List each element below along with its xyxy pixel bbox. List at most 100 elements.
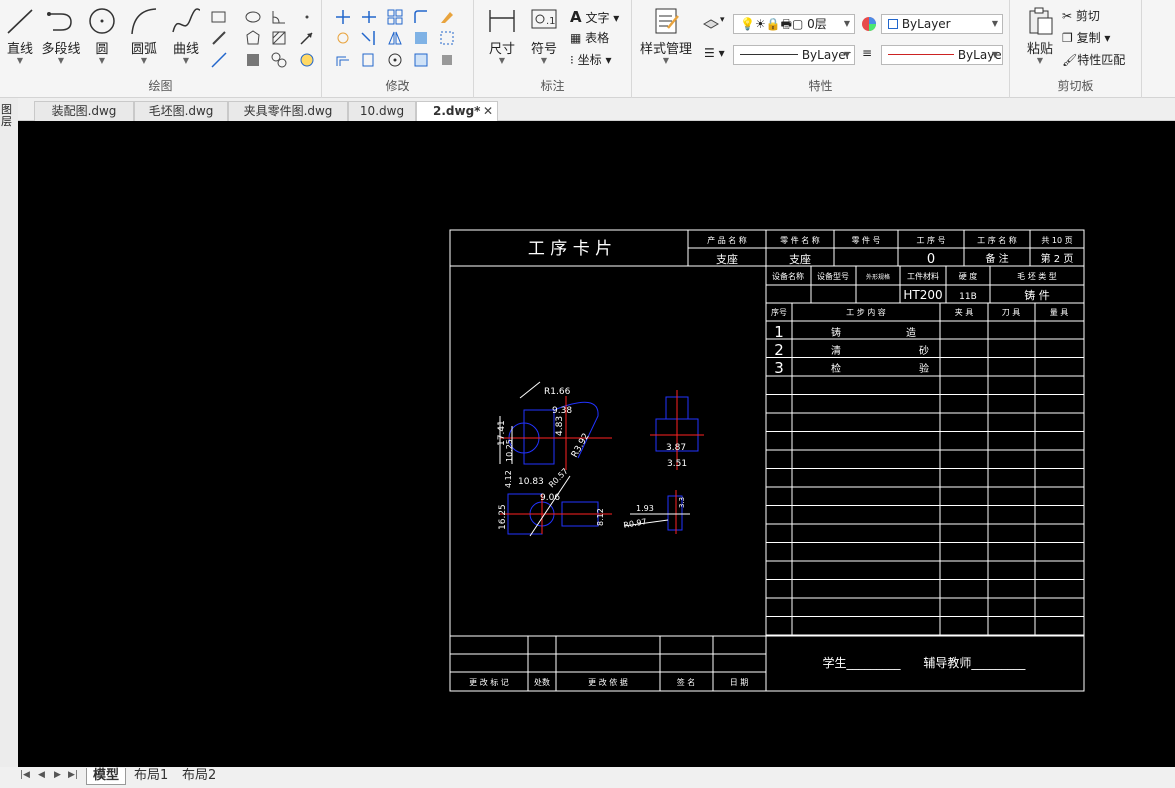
step-content: 验 [919, 362, 929, 375]
step-content: 检 [831, 362, 841, 375]
construction-line-icon[interactable] [210, 51, 228, 69]
copy-entity-icon[interactable] [360, 51, 378, 69]
block-icon[interactable] [438, 29, 456, 47]
text-button[interactable]: A 文字 ▾ [570, 8, 619, 26]
file-tab-label: 装配图.dwg [51, 104, 117, 118]
layer-dropdown[interactable]: 💡☀🔒🖶▢ 0层 ▼ [733, 14, 855, 34]
trim-icon[interactable] [360, 8, 378, 26]
chevron-down-icon: ▼ [991, 50, 998, 59]
region-icon[interactable] [244, 51, 262, 69]
file-tab-bar: 装配图.dwg 毛坯图.dwg 夹具零件图.dwg 10.dwg 2.dwg* ✕ [0, 98, 1175, 121]
color-wheel-icon[interactable] [860, 15, 878, 33]
style-manager-label: 样式管理 [639, 42, 692, 57]
side-view [650, 390, 704, 470]
rotate-icon[interactable] [334, 29, 352, 47]
tool-header: 刀 具 [1002, 308, 1021, 317]
file-tab[interactable]: 夹具零件图.dwg [228, 101, 348, 121]
lineweight-dropdown[interactable]: ByLayer ▼ [881, 45, 1003, 65]
pen-icon[interactable] [210, 29, 228, 47]
scale-icon[interactable] [412, 51, 430, 69]
dimension-button[interactable]: 尺寸 ▼ [482, 6, 522, 65]
line-button[interactable]: 直线 ▼ [0, 6, 40, 65]
last-layout-icon[interactable]: ▶| [68, 770, 78, 780]
next-layout-icon[interactable]: ▶ [54, 770, 61, 780]
boundary-icon[interactable] [270, 51, 288, 69]
explode-icon[interactable] [438, 51, 456, 69]
dimension-label: 10.83 [518, 477, 544, 487]
linetype-dropdown[interactable]: ByLayer ▼ [733, 45, 855, 65]
chamfer-icon[interactable] [412, 29, 430, 47]
spline-icon [172, 8, 201, 33]
chevron-down-icon: ▼ [182, 56, 190, 65]
paste-button[interactable]: 粘贴 ▼ [1020, 6, 1060, 65]
fillet-icon[interactable] [412, 8, 430, 26]
coordinate-button[interactable]: ⁝ 坐标 ▾ [570, 51, 612, 68]
arrow-icon[interactable] [298, 29, 316, 47]
color-dropdown[interactable]: ByLayer ▼ [881, 14, 1003, 34]
revision-cloud-icon[interactable] [298, 51, 316, 69]
step-no: 3 [774, 359, 784, 377]
copy-button[interactable]: ❐ 复制 ▾ [1062, 29, 1110, 46]
cut-button[interactable]: ✂ 剪切 [1062, 7, 1100, 24]
linetype-icon[interactable]: ☰ ▾ [704, 46, 725, 60]
dimension-angle-icon[interactable] [270, 8, 288, 26]
gauge-header: 量 具 [1050, 308, 1069, 317]
coordinate-icon: ⁝ [570, 53, 574, 67]
first-layout-icon[interactable]: |◀ [20, 770, 30, 780]
polyline-button[interactable]: 多段线 ▼ [38, 6, 84, 65]
arc-button[interactable]: 圆弧 ▼ [124, 6, 164, 65]
file-tab[interactable]: 10.dwg [348, 101, 416, 121]
table-button[interactable]: ▦ 表格 [570, 29, 609, 46]
process-no-label: 工 序 号 [916, 235, 945, 245]
style-manager-button[interactable]: 样式管理 ▼ [638, 6, 694, 65]
file-tab-active[interactable]: 2.dwg* ✕ [416, 101, 498, 121]
lineweight-icon[interactable]: ≡ [862, 46, 872, 60]
part-name-label: 零 件 名 称 [780, 235, 820, 245]
erase-icon[interactable] [438, 8, 456, 26]
chevron-down-icon: ▼ [991, 19, 998, 28]
polygon-icon[interactable] [244, 29, 262, 47]
file-tab[interactable]: 装配图.dwg [34, 101, 134, 121]
step-content: 砂 [919, 344, 929, 357]
close-icon[interactable]: ✕ [483, 102, 493, 120]
table-icon: ▦ [570, 31, 582, 45]
layer-manager-icon[interactable] [702, 15, 720, 33]
dimension-label: 1.93 [636, 504, 654, 513]
layer-panel-toggle[interactable]: 图 层 [1, 104, 12, 128]
file-tab[interactable]: 毛坯图.dwg [134, 101, 228, 121]
layout-tab-layout1[interactable]: 布局1 [128, 768, 174, 785]
color-value: ByLayer [901, 17, 951, 31]
hardness-label: 硬 度 [959, 271, 978, 281]
mirror-icon[interactable] [386, 29, 404, 47]
array-icon[interactable] [386, 8, 404, 26]
offset-icon[interactable] [334, 51, 352, 69]
clipboard-panel-title: 剪切板 [1057, 79, 1094, 93]
rotate-arc-icon[interactable] [386, 51, 404, 69]
dimension-label: 16.25 [498, 504, 508, 530]
point-icon[interactable] [298, 8, 316, 26]
circle-button[interactable]: 圆 ▼ [82, 6, 122, 65]
drawing-canvas[interactable]: 工 序 卡 片 产 品 名 称 零 件 名 称 零 件 号 工 序 号 工 序 … [18, 121, 1175, 767]
layout-tab-layout2[interactable]: 布局2 [176, 768, 222, 785]
symbol-button[interactable]: .1 符号 ▼ [524, 6, 564, 65]
hatch-icon[interactable] [270, 29, 288, 47]
move-icon[interactable] [334, 8, 352, 26]
chevron-down-icon[interactable]: ▾ [720, 15, 725, 25]
prev-layout-icon[interactable]: ◀ [38, 770, 45, 780]
material-value: HT200 [903, 288, 942, 302]
rectangle-icon[interactable] [210, 8, 228, 26]
layout-tab-model[interactable]: 模型 [86, 768, 127, 785]
curve-label: 曲线 [172, 42, 199, 57]
layer-state-icons: 💡☀🔒🖶▢ [740, 17, 804, 31]
curve-button[interactable]: 曲线 ▼ [166, 6, 206, 65]
line-label: 直线 [6, 42, 33, 57]
process-no-value: 0 [927, 252, 935, 267]
draw-panel: 直线 ▼ 多段线 ▼ 圆 ▼ 圆弧 ▼ 曲线 ▼ 绘图 [0, 0, 322, 98]
signature-line: 学生_________ 辅导教师_________ [823, 655, 1027, 670]
ellipse-icon[interactable] [244, 8, 262, 26]
extend-icon[interactable] [360, 29, 378, 47]
match-properties-button[interactable]: 🖌特性匹配 [1062, 51, 1125, 68]
page-number: 第 2 页 [1041, 252, 1074, 265]
file-tab-label: 毛坯图.dwg [148, 104, 214, 118]
dimension-label: 9.38 [552, 406, 572, 416]
